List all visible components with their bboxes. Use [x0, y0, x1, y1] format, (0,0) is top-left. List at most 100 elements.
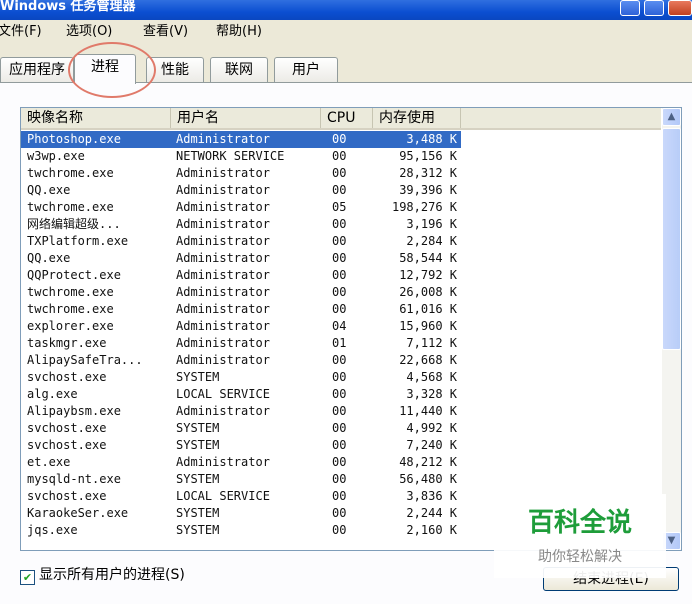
table-row[interactable]: explorer.exe Administrator 04 15,960 K — [21, 318, 461, 335]
table-row[interactable]: 网络编辑超级... Administrator 00 3,196 K — [21, 216, 461, 233]
table-row[interactable]: QQ.exe Administrator 00 39,396 K — [21, 182, 461, 199]
table-row[interactable]: AlipaySafeTra... Administrator 00 22,668 K — [21, 352, 461, 369]
vertical-scrollbar[interactable]: ▲ ▼ — [662, 108, 681, 550]
process-name: explorer.exe — [27, 319, 114, 333]
process-name: svchost.exe — [27, 370, 107, 384]
process-name: svchost.exe — [27, 438, 107, 452]
process-user: Administrator — [176, 319, 270, 333]
process-cpu: 00 — [332, 132, 347, 146]
table-row[interactable]: svchost.exe SYSTEM 00 4,992 K — [21, 420, 461, 437]
checkbox-check-icon[interactable]: ✔ — [20, 570, 35, 585]
process-name: alg.exe — [27, 387, 78, 401]
process-cpu: 00 — [332, 217, 347, 231]
table-row[interactable]: QQ.exe Administrator 00 58,544 K — [21, 250, 461, 267]
table-row[interactable]: QQProtect.exe Administrator 00 12,792 K — [21, 267, 461, 284]
process-memory: 12,792 K — [399, 268, 457, 282]
process-name: QQ.exe — [27, 183, 71, 197]
process-user: Administrator — [176, 200, 270, 214]
process-list[interactable]: 映像名称 用户名 CPU 内存使用 Photoshop.exe Administr… — [20, 107, 682, 551]
table-row[interactable]: alg.exe LOCAL SERVICE 00 3,328 K — [21, 386, 461, 403]
process-memory: 22,668 K — [399, 353, 457, 367]
process-name: KaraokeSer.exe — [27, 506, 129, 520]
process-name: mysqld-nt.exe — [27, 472, 121, 486]
minimize-button[interactable] — [620, 0, 640, 16]
tab-applications[interactable]: 应用程序 — [0, 57, 74, 82]
process-cpu: 00 — [332, 455, 347, 469]
process-user: Administrator — [176, 268, 270, 282]
title-bar: Windows 任务管理器 — [0, 0, 692, 20]
process-user: Administrator — [176, 353, 270, 367]
menu-help[interactable]: 帮助(H) — [216, 20, 262, 44]
process-memory: 4,568 K — [406, 370, 457, 384]
process-name: w3wp.exe — [27, 149, 85, 163]
process-user: Administrator — [176, 336, 270, 350]
table-row[interactable]: Alipaybsm.exe Administrator 00 11,440 K — [21, 403, 461, 420]
table-row[interactable]: et.exe Administrator 00 48,212 K — [21, 454, 461, 471]
column-memory[interactable]: 内存使用 — [373, 108, 461, 128]
process-user: Administrator — [176, 404, 270, 418]
process-cpu: 00 — [332, 183, 347, 197]
process-user: SYSTEM — [176, 438, 220, 452]
column-user-name[interactable]: 用户名 — [171, 108, 321, 128]
process-memory: 3,488 K — [406, 132, 457, 146]
process-cpu: 00 — [332, 472, 347, 486]
tab-networking[interactable]: 联网 — [210, 57, 268, 82]
close-button[interactable] — [668, 0, 692, 16]
process-cpu: 00 — [332, 302, 347, 316]
scroll-up-arrow-icon[interactable]: ▲ — [662, 108, 681, 126]
table-row[interactable]: svchost.exe SYSTEM 00 7,240 K — [21, 437, 461, 454]
tab-processes[interactable]: 进程 — [74, 54, 136, 84]
process-cpu: 04 — [332, 319, 347, 333]
process-name: twchrome.exe — [27, 166, 114, 180]
show-all-users-checkbox[interactable]: ✔ 显示所有用户的进程(S) — [20, 567, 185, 585]
table-row[interactable]: jqs.exe SYSTEM 00 2,160 K — [21, 522, 461, 539]
table-row[interactable]: svchost.exe SYSTEM 00 4,568 K — [21, 369, 461, 386]
table-row[interactable]: TXPlatform.exe Administrator 00 2,284 K — [21, 233, 461, 250]
window-title: Windows 任务管理器 — [0, 0, 136, 14]
table-row[interactable]: mysqld-nt.exe SYSTEM 00 56,480 K — [21, 471, 461, 488]
process-memory: 61,016 K — [399, 302, 457, 316]
table-row[interactable]: svchost.exe LOCAL SERVICE 00 3,836 K — [21, 488, 461, 505]
tab-strip: 应用程序 进程 性能 联网 用户 — [0, 54, 692, 84]
process-cpu: 00 — [332, 387, 347, 401]
process-user: Administrator — [176, 234, 270, 248]
process-memory: 2,160 K — [406, 523, 457, 537]
process-name: jqs.exe — [27, 523, 78, 537]
watermark-logo: 百科全说 助你轻松解决 — [494, 494, 666, 578]
process-name: Alipaybsm.exe — [27, 404, 121, 418]
process-user: SYSTEM — [176, 472, 220, 486]
column-cpu[interactable]: CPU — [321, 108, 373, 128]
scrollbar-thumb[interactable] — [662, 128, 681, 350]
process-cpu: 00 — [332, 370, 347, 384]
process-user: SYSTEM — [176, 421, 220, 435]
process-user: SYSTEM — [176, 370, 220, 384]
process-memory: 2,244 K — [406, 506, 457, 520]
process-name: Photoshop.exe — [27, 132, 121, 146]
tab-users[interactable]: 用户 — [274, 57, 338, 82]
table-row[interactable]: twchrome.exe Administrator 00 28,312 K — [21, 165, 461, 182]
process-cpu: 00 — [332, 149, 347, 163]
process-name: AlipaySafeTra... — [27, 353, 143, 367]
menu-view[interactable]: 查看(V) — [143, 20, 188, 44]
process-cpu: 00 — [332, 268, 347, 282]
show-all-users-label: 显示所有用户的进程(S) — [39, 567, 185, 583]
tab-performance[interactable]: 性能 — [146, 57, 204, 82]
process-memory: 58,544 K — [399, 251, 457, 265]
process-name: twchrome.exe — [27, 302, 114, 316]
table-row[interactable]: KaraokeSer.exe SYSTEM 00 2,244 K — [21, 505, 461, 522]
menu-file[interactable]: 文件(F) — [0, 20, 42, 44]
table-row[interactable]: twchrome.exe Administrator 00 61,016 K — [21, 301, 461, 318]
table-row[interactable]: Photoshop.exe Administrator 00 3,488 K — [21, 131, 461, 148]
menu-options[interactable]: 选项(O) — [66, 20, 112, 44]
process-cpu: 00 — [332, 438, 347, 452]
table-row[interactable]: w3wp.exe NETWORK SERVICE 00 95,156 K — [21, 148, 461, 165]
maximize-button[interactable] — [644, 0, 664, 16]
table-row[interactable]: twchrome.exe Administrator 00 26,008 K — [21, 284, 461, 301]
process-memory: 56,480 K — [399, 472, 457, 486]
table-row[interactable]: twchrome.exe Administrator 05 198,276 K — [21, 199, 461, 216]
process-name: svchost.exe — [27, 489, 107, 503]
process-memory: 26,008 K — [399, 285, 457, 299]
column-image-name[interactable]: 映像名称 — [21, 108, 171, 128]
process-user: NETWORK SERVICE — [176, 149, 285, 163]
table-row[interactable]: taskmgr.exe Administrator 01 7,112 K — [21, 335, 461, 352]
